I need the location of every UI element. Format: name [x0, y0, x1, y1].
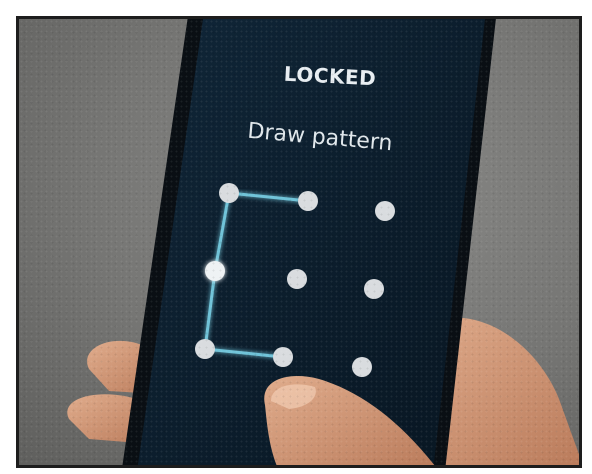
image-frame: LOCKED Draw pattern: [0, 0, 592, 474]
pattern-dot[interactable]: [195, 339, 215, 359]
pattern-dot[interactable]: [375, 201, 395, 221]
pattern-dot[interactable]: [298, 191, 318, 211]
photo: LOCKED Draw pattern: [16, 16, 582, 468]
pattern-dot[interactable]: [205, 261, 225, 281]
pattern-dot[interactable]: [352, 357, 372, 377]
pattern-dot[interactable]: [219, 183, 239, 203]
pattern-dot[interactable]: [273, 347, 293, 367]
pattern-dot[interactable]: [364, 279, 384, 299]
pattern-dot[interactable]: [287, 269, 307, 289]
